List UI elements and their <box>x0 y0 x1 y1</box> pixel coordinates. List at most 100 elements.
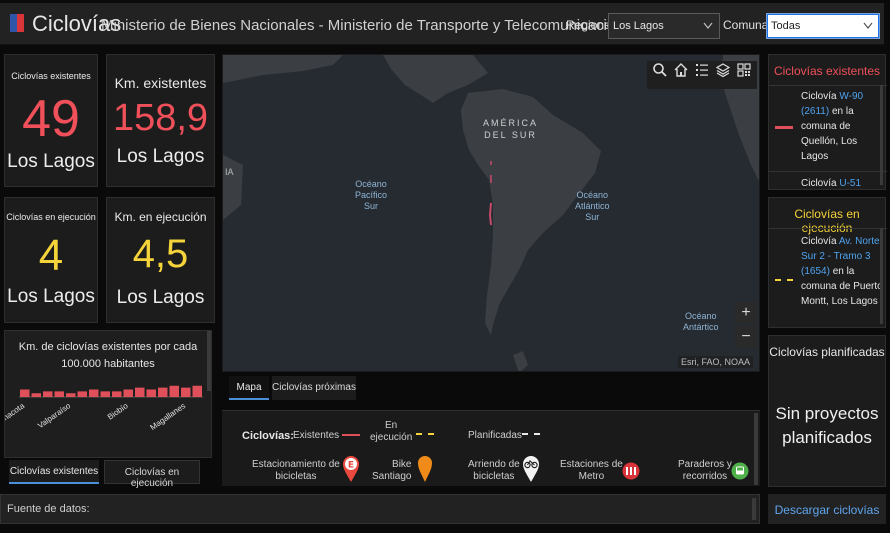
chart-bar[interactable] <box>192 385 203 397</box>
bike-pin-icon <box>418 456 432 482</box>
card-label: Ciclovías existentes <box>11 71 91 81</box>
ciclovia-link[interactable]: U-51 <box>839 178 861 189</box>
ejecucion-list-title: Ciclovías en ejecución <box>794 207 860 235</box>
legend-ejecucion-label: En ejecución <box>370 420 413 443</box>
basemap <box>223 55 759 371</box>
card-region: Los Lagos <box>7 151 95 172</box>
qr-icon[interactable] <box>735 61 753 79</box>
app-header: Ciclovías Ministerio de Bienes Nacionale… <box>0 3 884 45</box>
chart-tick-label: Valparaíso <box>36 401 72 430</box>
regiones-value: Los Lagos <box>613 20 664 32</box>
chart-bar[interactable] <box>135 387 145 397</box>
chart-bar[interactable] <box>77 391 88 397</box>
chart-bar[interactable] <box>89 389 99 398</box>
km-per-100k-chart: Km. de ciclovías existentes por cada 100… <box>4 330 212 458</box>
chart-bar[interactable] <box>20 389 30 398</box>
chart-bar[interactable] <box>31 393 42 397</box>
legend-metro-label: Estaciones de Metro <box>560 459 623 482</box>
footer-scrollbar[interactable] <box>752 498 756 520</box>
existentes-list-panel: Ciclovías existentes Ciclovía W-90 (2611… <box>768 54 887 191</box>
comunas-value: Todas <box>771 20 801 32</box>
metro-icon <box>622 462 640 480</box>
planificadas-panel: Ciclovías planificadas Sin proyectos pla… <box>768 335 886 487</box>
legend-title: Ciclovías: <box>242 430 294 442</box>
card-label: Km. en ejecución <box>114 210 207 224</box>
existing-km-card: Km. existentes 158,9 Los Lagos <box>106 54 215 187</box>
existing-count-card: Ciclovías existentes 49 Los Lagos <box>4 54 98 187</box>
card-value: 158,9 <box>112 97 209 139</box>
existentes-line-swatch <box>775 126 793 129</box>
legend-panel: Ciclovías: Existentes En ejecución Planif… <box>222 410 760 486</box>
ejecucion-list-panel: Ciclovías en ejecución Ciclovía Av. Nort… <box>768 197 887 328</box>
tab-en-ejecucion[interactable]: Ciclovías en ejecución <box>104 460 200 489</box>
map-attribution: Esri, FAO, NOAA <box>677 356 753 368</box>
chart-plot: Parinacota Valparaíso Biobío Magallanes <box>5 385 203 432</box>
search-icon[interactable] <box>651 61 669 79</box>
map-view[interactable]: AMÉRICA DEL SUR Océano Pacífico Sur Océano A… <box>222 54 760 372</box>
list-icon[interactable] <box>693 61 711 79</box>
comunas-select[interactable]: Todas <box>766 13 880 39</box>
card-label: Ciclovías en ejecución <box>6 212 96 222</box>
map-toolbar <box>647 61 757 89</box>
chevron-down-icon <box>703 22 713 29</box>
home-icon[interactable] <box>672 61 690 79</box>
existentes-list-item[interactable]: Ciclovía U-51 <box>801 176 881 191</box>
chart-bar[interactable] <box>43 391 53 397</box>
bus-stop-icon <box>731 462 749 480</box>
exec-km-card: Km. en ejecución 4,5 Los Lagos <box>106 197 215 323</box>
chart-tick-label: Parinacota <box>5 401 27 431</box>
existentes-list-title: Ciclovías existentes <box>773 64 881 78</box>
legend-ejecucion-swatch <box>416 433 434 435</box>
layers-icon[interactable] <box>714 61 732 79</box>
existentes-list-item[interactable]: Ciclovía W-90 (2611) en la comuna de Que… <box>801 89 881 164</box>
legend-scrollbar[interactable] <box>754 413 758 485</box>
legend-paraderos-label: Paraderos y recorridos <box>678 459 732 482</box>
source-label: Fuente de datos: <box>7 503 90 515</box>
ejecucion-line-swatch <box>775 279 793 281</box>
card-value: 4 <box>38 231 64 280</box>
zoom-out-button[interactable]: − <box>735 326 757 348</box>
chart-bar[interactable] <box>54 391 65 397</box>
svg-text:E: E <box>348 461 354 471</box>
legend-existentes-label: Existentes <box>293 430 340 441</box>
existentes-scrollbar[interactable] <box>880 85 883 185</box>
legend-bike-label: Bike Santiago <box>372 459 412 482</box>
card-value: 4,5 <box>132 232 189 276</box>
chart-bar[interactable] <box>123 389 134 398</box>
ejecucion-scrollbar[interactable] <box>880 228 883 324</box>
card-region: Los Lagos <box>116 287 205 308</box>
download-button[interactable]: Descargar ciclovías <box>768 494 886 524</box>
bike-rental-pin-icon <box>523 456 539 482</box>
map-label-pacific: Océano Pacífico Sur <box>355 179 388 211</box>
chart-bar[interactable] <box>100 391 111 397</box>
regiones-select[interactable]: Los Lagos <box>608 13 720 39</box>
chart-bar[interactable] <box>66 393 76 397</box>
card-value: 49 <box>22 90 80 148</box>
legend-planificadas-swatch <box>522 433 540 435</box>
chevron-down-icon <box>863 22 873 29</box>
tab-existentes[interactable]: Ciclovías existentes <box>9 460 99 484</box>
map-label-edge: IA <box>225 167 234 177</box>
map-label-atlantic: Océano Atlántico Sur <box>575 190 610 222</box>
legend-estacionamiento-label: Estacionamiento de bicicletas <box>252 459 340 482</box>
card-region: Los Lagos <box>7 286 95 307</box>
zoom-in-button[interactable]: + <box>735 302 757 324</box>
chart-bar[interactable] <box>181 387 191 397</box>
chart-bar[interactable] <box>158 387 168 397</box>
chart-bar[interactable] <box>112 391 122 397</box>
chart-bar[interactable] <box>146 389 157 398</box>
card-region: Los Lagos <box>116 146 205 167</box>
chart-bar[interactable] <box>169 385 180 397</box>
legend-planificadas-label: Planificadas <box>468 430 522 441</box>
map-label-continent: AMÉRICA DEL SUR <box>483 118 539 140</box>
legend-existentes-swatch <box>342 434 360 436</box>
ejecucion-list-item[interactable]: Ciclovía Av. Norte Sur 2 - Tramo 3 (1654… <box>801 234 883 309</box>
app-subtitle: Ministerio de Bienes Nacionales - Minist… <box>101 17 640 34</box>
planificadas-empty-message: Sin proyectos planificados <box>775 404 879 447</box>
footer-source: Fuente de datos: <box>0 494 760 524</box>
planificadas-title: Ciclovías planificadas <box>769 345 885 359</box>
tab-ciclovias-proximas[interactable]: Ciclovías próximas <box>272 376 356 400</box>
map-label-antarctic: Océano Antártico <box>683 311 719 332</box>
chart-tick-label: Magallanes <box>148 401 187 432</box>
tab-mapa[interactable]: Mapa <box>229 376 269 400</box>
